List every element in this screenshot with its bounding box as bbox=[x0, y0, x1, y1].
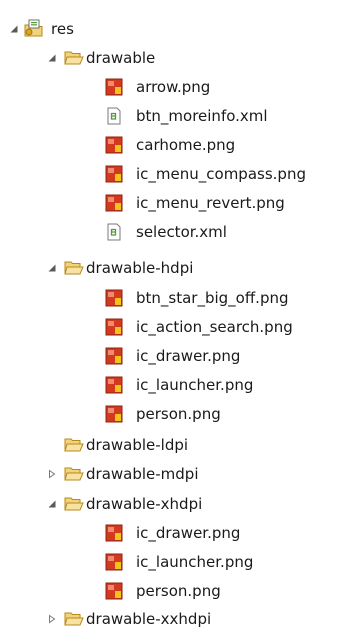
tree-node-label: person.png bbox=[136, 581, 221, 600]
tree-node-file[interactable]: btn_moreinfo.xml bbox=[0, 101, 358, 130]
png-image-icon bbox=[104, 130, 124, 159]
open-folder-icon bbox=[64, 430, 84, 459]
tree-node-label: drawable-ldpi bbox=[86, 435, 189, 454]
png-image-icon bbox=[104, 370, 124, 399]
tree-node-label: ic_menu_compass.png bbox=[136, 164, 306, 183]
tree-node-file[interactable]: person.png bbox=[0, 576, 358, 605]
open-folder-icon bbox=[64, 43, 84, 72]
tree-node-label: drawable-xxhdpi bbox=[86, 609, 212, 628]
tree-node-label: res bbox=[51, 19, 74, 38]
png-image-icon bbox=[104, 283, 124, 312]
tree-node-label: ic_menu_revert.png bbox=[136, 193, 285, 212]
tree-node-label: btn_moreinfo.xml bbox=[136, 106, 268, 125]
expanded-arrow-icon[interactable] bbox=[8, 14, 20, 43]
open-folder-icon bbox=[64, 459, 84, 488]
collapsed-arrow-icon[interactable] bbox=[46, 604, 58, 633]
tree-node-file[interactable]: ic_action_search.png bbox=[0, 312, 358, 341]
tree-node-label: selector.xml bbox=[136, 222, 227, 241]
tree-node-folder[interactable]: drawable bbox=[0, 43, 358, 72]
tree-node-file[interactable]: ic_drawer.png bbox=[0, 518, 358, 547]
tree-node-label: carhome.png bbox=[136, 135, 236, 154]
tree-node-file[interactable]: ic_drawer.png bbox=[0, 341, 358, 370]
tree-node-file[interactable]: ic_launcher.png bbox=[0, 370, 358, 399]
xml-file-icon bbox=[104, 217, 124, 246]
tree-node-label: drawable-xhdpi bbox=[86, 494, 203, 513]
png-image-icon bbox=[104, 341, 124, 370]
open-folder-icon bbox=[64, 604, 84, 633]
tree-node-file[interactable]: ic_launcher.png bbox=[0, 547, 358, 576]
png-image-icon bbox=[104, 399, 124, 428]
tree-node-label: ic_launcher.png bbox=[136, 375, 254, 394]
tree-node-file[interactable]: carhome.png bbox=[0, 130, 358, 159]
tree-node-folder[interactable]: drawable-xxhdpi bbox=[0, 604, 358, 633]
tree-node-folder[interactable]: drawable-xhdpi bbox=[0, 489, 358, 518]
png-image-icon bbox=[104, 159, 124, 188]
tree-node-label: arrow.png bbox=[136, 77, 211, 96]
open-folder-icon bbox=[64, 489, 84, 518]
tree-node-label: btn_star_big_off.png bbox=[136, 288, 289, 307]
tree-node-file[interactable]: selector.xml bbox=[0, 217, 358, 246]
tree-node-label: drawable-mdpi bbox=[86, 464, 199, 483]
tree-node-label: ic_action_search.png bbox=[136, 317, 293, 336]
tree-node-res[interactable]: res bbox=[0, 14, 358, 43]
tree-node-folder[interactable]: drawable-ldpi bbox=[0, 430, 358, 459]
tree-node-label: ic_drawer.png bbox=[136, 346, 241, 365]
tree-node-label: person.png bbox=[136, 404, 221, 423]
tree-node-file[interactable]: ic_menu_compass.png bbox=[0, 159, 358, 188]
png-image-icon bbox=[104, 518, 124, 547]
expanded-arrow-icon[interactable] bbox=[46, 489, 58, 518]
xml-file-icon bbox=[104, 101, 124, 130]
png-image-icon bbox=[104, 576, 124, 605]
tree-node-label: drawable-hdpi bbox=[86, 258, 194, 277]
png-image-icon bbox=[104, 188, 124, 217]
tree-node-file[interactable]: ic_menu_revert.png bbox=[0, 188, 358, 217]
open-folder-icon bbox=[64, 253, 84, 282]
tree-node-label: drawable bbox=[86, 48, 156, 67]
png-image-icon bbox=[104, 72, 124, 101]
tree-node-file[interactable]: btn_star_big_off.png bbox=[0, 283, 358, 312]
resource-folder-icon bbox=[24, 14, 44, 43]
tree-node-folder[interactable]: drawable-mdpi bbox=[0, 459, 358, 488]
expanded-arrow-icon[interactable] bbox=[46, 43, 58, 72]
expanded-arrow-icon[interactable] bbox=[46, 253, 58, 282]
tree-node-label: ic_drawer.png bbox=[136, 523, 241, 542]
project-explorer-tree: res drawable arrow.png btn_moreinfo.xml … bbox=[0, 0, 358, 635]
png-image-icon bbox=[104, 547, 124, 576]
png-image-icon bbox=[104, 312, 124, 341]
tree-node-folder[interactable]: drawable-hdpi bbox=[0, 253, 358, 282]
collapsed-arrow-icon[interactable] bbox=[46, 459, 58, 488]
tree-node-label: ic_launcher.png bbox=[136, 552, 254, 571]
tree-node-file[interactable]: arrow.png bbox=[0, 72, 358, 101]
tree-node-file[interactable]: person.png bbox=[0, 399, 358, 428]
